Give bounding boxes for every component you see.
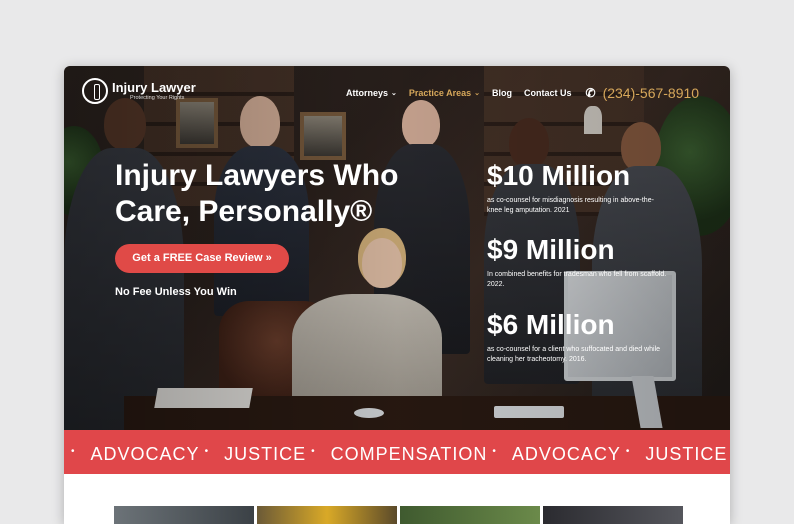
nav-label: Practice Areas [408, 88, 472, 98]
stat-description: In combined benefits for tradesman who f… [487, 271, 667, 288]
hero-section: Injury Lawyer Protecting Your Rights Att… [64, 66, 730, 430]
stat-block: $10 Million as co-counsel for misdiagnos… [487, 160, 667, 216]
chevron-down-icon: ⌄ [391, 90, 397, 97]
ticker-word: ADVOCACY [90, 444, 200, 464]
ticker-word: ADVOCACY [511, 444, 621, 464]
nav-label: Contact Us [523, 88, 572, 98]
thumbnail-image[interactable] [543, 506, 683, 524]
logo-mark-icon [82, 78, 108, 104]
ticker-word: J [64, 432, 66, 474]
ticker-word: JUSTICE [224, 444, 307, 464]
thumbnail-image[interactable] [400, 506, 540, 524]
ticker-word: JUSTICE [645, 444, 728, 464]
logo-tagline: Protecting Your Rights [130, 94, 185, 101]
nav-item-attorneys[interactable]: Attorneys ⌄ [346, 88, 397, 98]
free-case-review-button[interactable]: Get a FREE Case Review » [115, 244, 289, 273]
thumbnail-image[interactable] [257, 506, 397, 524]
nav-item-practice-areas[interactable]: Practice Areas ⌄ [409, 88, 480, 98]
thumbnail-image[interactable] [114, 506, 254, 524]
nav-item-contact-us[interactable]: Contact Us [524, 88, 572, 98]
nav-label: Attorneys [346, 88, 389, 98]
chevron-down-icon: ⌄ [474, 90, 480, 97]
ticker-track: J• ADVOCACY• JUSTICE• COMPENSATION• ADVO… [64, 430, 730, 474]
stat-description: as co-counsel for a client who suffocate… [487, 346, 661, 363]
ticker-word: COMPENSATION [330, 444, 488, 464]
stat-block: $9 Million In combined benefits for trad… [487, 234, 667, 290]
phone-link[interactable]: ✆ (234)-567-8910 [586, 85, 700, 101]
stat-block: $6 Million as co-counsel for a client wh… [487, 309, 667, 365]
stat-amount: $6 Million [487, 309, 615, 340]
value-ticker: J• ADVOCACY• JUSTICE• COMPENSATION• ADVO… [64, 430, 730, 474]
stat-amount: $9 Million [487, 234, 615, 265]
nav-label: Blog [491, 88, 512, 98]
logo-title: Injury Lawyer [112, 79, 196, 95]
stat-amount: $10 Million [487, 160, 631, 191]
phone-icon: ✆ [585, 86, 596, 100]
no-fee-text: No Fee Unless You Win [115, 286, 237, 298]
website-screenshot: Injury Lawyer Protecting Your Rights Att… [64, 66, 730, 524]
site-logo[interactable]: Injury Lawyer Protecting Your Rights [82, 78, 196, 104]
main-nav: Attorneys ⌄ Practice Areas ⌄ Blog Contac… [346, 85, 699, 101]
practice-thumbnails [114, 506, 686, 524]
hero-headline: Injury Lawyers Who Care, Personally® [115, 159, 399, 228]
phone-number: (234)-567-8910 [602, 85, 700, 101]
stat-description: as co-counsel for misdiagnosis resulting… [487, 197, 654, 214]
nav-item-blog[interactable]: Blog [492, 88, 512, 98]
